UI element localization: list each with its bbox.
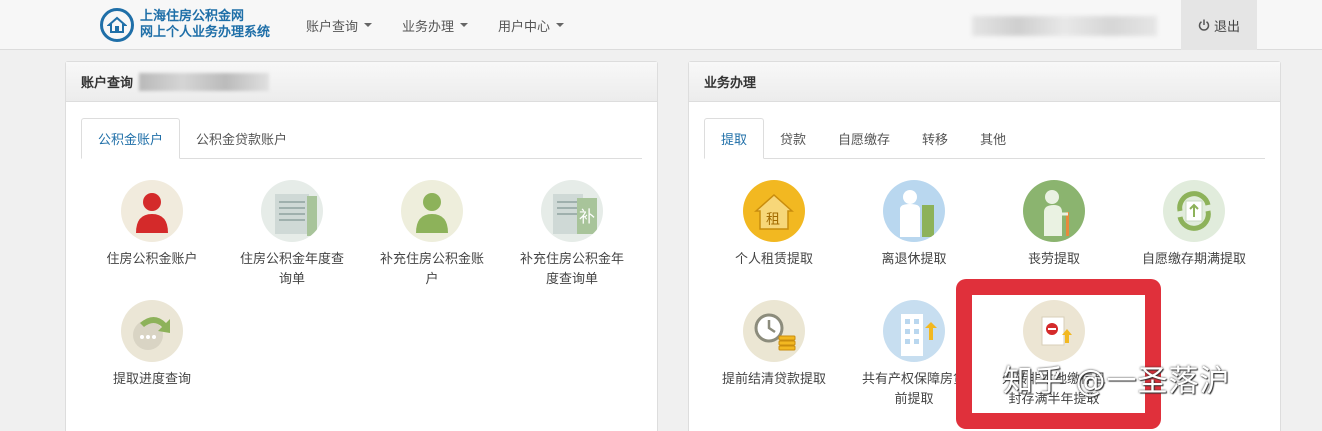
main-nav: 账户查询 业务办理 用户中心 [306, 0, 594, 50]
panel-header: 业务办理 [689, 62, 1280, 102]
tile-retirement-withdrawal[interactable]: 离退休提取 [844, 180, 984, 270]
tab-loan-account[interactable]: 公积金贷款账户 [180, 118, 303, 159]
tile-rent-withdrawal[interactable]: 租 个人租赁提取 [704, 180, 844, 270]
svg-text:补: 补 [579, 207, 595, 226]
document-icon: 补 [541, 180, 603, 242]
blurred-account-name [139, 72, 270, 91]
business-tabs: 提取 贷款 自愿缴存 转移 其他 [704, 118, 1265, 159]
chevron-down-icon [460, 23, 469, 27]
tile-label: 住房公积金年度查询单 [239, 252, 344, 287]
building-icon [883, 300, 945, 362]
tab-fund-account[interactable]: 公积金账户 [81, 118, 181, 159]
tile-supplementary-account[interactable]: 补充住房公积金账户 [362, 180, 502, 290]
tile-supplementary-annual-statement[interactable]: 补 补充住房公积金年度查询单 [502, 180, 642, 290]
brand-line-2: 网上个人业务办理系统 [140, 25, 271, 40]
tile-label: 自愿缴存期满提取 [1141, 252, 1246, 267]
tile-label: 丧劳提取 [1027, 252, 1080, 267]
tile-label: 补充住房公积金年度查询单 [519, 252, 624, 287]
logout-label: 退出 [1213, 19, 1240, 35]
tile-voluntary-deposit-expiry-withdrawal[interactable]: 自愿缴存期满提取 [1124, 180, 1264, 270]
nav-business[interactable]: 业务办理 [402, 16, 469, 35]
rent-house-icon: 租 [743, 180, 805, 242]
account-query-panel: 账户查询 公积金账户 公积金贷款账户 住房公积金账户 住房公积金年度查询单 补充… [65, 61, 658, 431]
tile-label: 提取进度查询 [112, 372, 191, 387]
red-highlight-box [956, 279, 1161, 429]
svg-text:租: 租 [766, 212, 780, 228]
tab-transfer[interactable]: 转移 [906, 118, 964, 159]
tile-incapacity-withdrawal[interactable]: 丧劳提取 [984, 180, 1124, 270]
chevron-down-icon [364, 23, 373, 27]
tile-label: 住房公积金账户 [106, 252, 198, 267]
tab-withdraw[interactable]: 提取 [704, 118, 765, 159]
logout-button[interactable]: 退出 [1181, 0, 1257, 50]
person-icon [121, 180, 183, 242]
progress-icon [121, 300, 183, 362]
deposit-cycle-icon [1163, 180, 1225, 242]
document-icon [261, 180, 323, 242]
tab-voluntary-deposit[interactable]: 自愿缴存 [822, 118, 906, 159]
nav-account-query[interactable]: 账户查询 [306, 16, 373, 35]
house-logo-icon [100, 8, 134, 42]
tile-label: 共有产权保障房贷前提取 [861, 372, 966, 407]
brand-line-1: 上海住房公积金网 [140, 9, 245, 24]
elder-icon [1023, 180, 1085, 242]
tile-label: 离退休提取 [881, 252, 947, 267]
panel-header: 账户查询 [66, 62, 657, 102]
nav-user-center[interactable]: 用户中心 [498, 16, 565, 35]
tile-withdrawal-progress[interactable]: 提取进度查询 [82, 300, 222, 390]
tab-other[interactable]: 其他 [964, 118, 1022, 159]
account-tabs: 公积金账户 公积金贷款账户 [81, 118, 642, 159]
blurred-username [972, 16, 1157, 36]
nav-label: 用户中心 [498, 19, 551, 35]
top-navbar: 上海住房公积金网 网上个人业务办理系统 账户查询 业务办理 用户中心 退出 [0, 0, 1322, 50]
tile-fund-account[interactable]: 住房公积金账户 [82, 180, 222, 270]
site-logo[interactable]: 上海住房公积金网 网上个人业务办理系统 [100, 8, 270, 42]
nav-label: 账户查询 [306, 19, 359, 35]
power-icon [1198, 19, 1210, 31]
chevron-down-icon [556, 23, 565, 27]
tile-fund-annual-statement[interactable]: 住房公积金年度查询单 [222, 180, 362, 290]
tile-label: 补充住房公积金账户 [379, 252, 484, 287]
panel-title: 账户查询 [81, 76, 134, 91]
tab-loan[interactable]: 贷款 [764, 118, 822, 159]
retire-icon [883, 180, 945, 242]
tile-label: 个人租赁提取 [734, 252, 813, 267]
nav-label: 业务办理 [402, 19, 455, 35]
panel-title: 业务办理 [704, 76, 757, 91]
tile-label: 提前结清贷款提取 [721, 372, 826, 387]
person-icon [401, 180, 463, 242]
tile-early-loan-settlement-withdrawal[interactable]: 提前结清贷款提取 [704, 300, 844, 390]
watermark-text: 知乎 @一圣落沪 [1003, 364, 1231, 399]
clock-coins-icon [743, 300, 805, 362]
